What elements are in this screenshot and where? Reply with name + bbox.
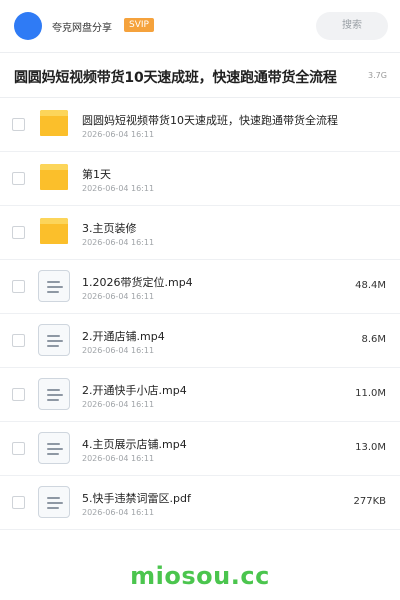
folder-icon bbox=[38, 216, 70, 248]
row-checkbox[interactable] bbox=[12, 496, 25, 509]
file-name[interactable]: 5.快手违禁词雷区.pdf bbox=[82, 490, 191, 506]
file-row[interactable]: 5.快手违禁词雷区.pdf 2026-06-04 16:11 277KB bbox=[0, 476, 400, 530]
file-size: 8.6M bbox=[361, 334, 386, 345]
row-checkbox[interactable] bbox=[12, 334, 25, 347]
folder-icon bbox=[38, 108, 70, 140]
total-size: 3.7G bbox=[368, 71, 387, 80]
share-title-bar: 圆圆妈短视频带货10天速成班，快速跑通带货全流程 3.7G bbox=[0, 52, 400, 98]
document-icon bbox=[38, 432, 70, 464]
file-row[interactable]: 2.开通店铺.mp4 2026-06-04 16:11 8.6M bbox=[0, 314, 400, 368]
folder-icon bbox=[38, 162, 70, 194]
file-name[interactable]: 圆圆妈短视频带货10天速成班，快速跑通带货全流程 bbox=[82, 112, 338, 128]
document-icon bbox=[38, 378, 70, 410]
file-name[interactable]: 1.2026带货定位.mp4 bbox=[82, 274, 193, 290]
row-checkbox[interactable] bbox=[12, 118, 25, 131]
file-size: 13.0M bbox=[355, 442, 386, 453]
file-size: 48.4M bbox=[355, 280, 386, 291]
app-name: 夸克网盘分享 bbox=[52, 23, 112, 34]
file-row[interactable]: 2.开通快手小店.mp4 2026-06-04 16:11 11.0M bbox=[0, 368, 400, 422]
file-list: 圆圆妈短视频带货10天速成班，快速跑通带货全流程 2026-06-04 16:11… bbox=[0, 98, 400, 530]
search-button[interactable]: 搜索 bbox=[316, 12, 388, 40]
top-bar: 夸克网盘分享 SVIP 搜索 bbox=[0, 0, 400, 52]
file-date: 2026-06-04 16:11 bbox=[82, 400, 155, 409]
avatar[interactable] bbox=[14, 12, 42, 40]
row-checkbox[interactable] bbox=[12, 442, 25, 455]
watermark-logo: miosou.cc bbox=[130, 562, 270, 590]
file-row[interactable]: 1.2026带货定位.mp4 2026-06-04 16:11 48.4M bbox=[0, 260, 400, 314]
file-date: 2026-06-04 16:11 bbox=[82, 184, 155, 193]
file-name[interactable]: 第1天 bbox=[82, 166, 111, 182]
file-name[interactable]: 3.主页装修 bbox=[82, 220, 137, 236]
file-date: 2026-06-04 16:11 bbox=[82, 454, 155, 463]
file-name[interactable]: 4.主页展示店铺.mp4 bbox=[82, 436, 187, 452]
row-checkbox[interactable] bbox=[12, 172, 25, 185]
row-checkbox[interactable] bbox=[12, 388, 25, 401]
file-date: 2026-06-04 16:11 bbox=[82, 130, 155, 139]
file-date: 2026-06-04 16:11 bbox=[82, 292, 155, 301]
file-date: 2026-06-04 16:11 bbox=[82, 346, 155, 355]
page-title: 圆圆妈短视频带货10天速成班，快速跑通带货全流程 bbox=[14, 70, 337, 86]
file-date: 2026-06-04 16:11 bbox=[82, 508, 155, 517]
file-name[interactable]: 2.开通快手小店.mp4 bbox=[82, 382, 187, 398]
row-checkbox[interactable] bbox=[12, 226, 25, 239]
file-name[interactable]: 2.开通店铺.mp4 bbox=[82, 328, 165, 344]
file-row[interactable]: 3.主页装修 2026-06-04 16:11 bbox=[0, 206, 400, 260]
file-size: 11.0M bbox=[355, 388, 386, 399]
file-date: 2026-06-04 16:11 bbox=[82, 238, 155, 247]
file-row[interactable]: 圆圆妈短视频带货10天速成班，快速跑通带货全流程 2026-06-04 16:11 bbox=[0, 98, 400, 152]
document-icon bbox=[38, 486, 70, 518]
row-checkbox[interactable] bbox=[12, 280, 25, 293]
document-icon bbox=[38, 324, 70, 356]
file-row[interactable]: 第1天 2026-06-04 16:11 bbox=[0, 152, 400, 206]
document-icon bbox=[38, 270, 70, 302]
file-size: 277KB bbox=[353, 496, 386, 507]
file-row[interactable]: 4.主页展示店铺.mp4 2026-06-04 16:11 13.0M bbox=[0, 422, 400, 476]
svip-badge: SVIP bbox=[124, 18, 154, 32]
